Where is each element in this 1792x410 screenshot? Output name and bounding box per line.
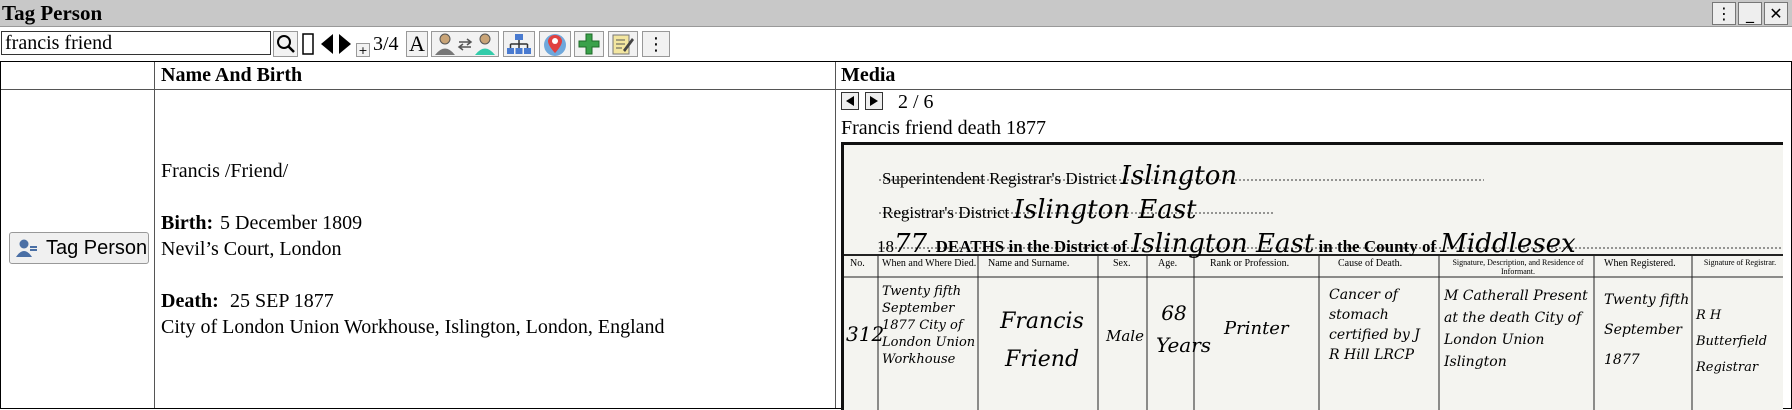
next-button[interactable] bbox=[336, 31, 353, 57]
birth-date: 5 December 1809 bbox=[220, 212, 363, 234]
cert-col-when: When and Where Died. bbox=[882, 258, 977, 269]
select-all-button[interactable] bbox=[300, 31, 316, 57]
more-menu-button[interactable]: ⋮ bbox=[1712, 2, 1736, 25]
close-icon: ✕ bbox=[1769, 4, 1783, 23]
media-caption: Francis friend death 1877 bbox=[841, 117, 1046, 139]
death-place: City of London Union Workhouse, Islingto… bbox=[161, 316, 665, 338]
family-tree-icon bbox=[507, 34, 531, 54]
plus-icon bbox=[578, 33, 600, 55]
tree-button[interactable] bbox=[503, 31, 535, 57]
death-date: 25 SEP 1877 bbox=[230, 290, 334, 312]
death-label: Death: bbox=[161, 290, 219, 312]
search-button[interactable] bbox=[273, 31, 298, 57]
name-birth-header: Name And Birth bbox=[161, 64, 303, 86]
plus-icon: + bbox=[358, 43, 368, 57]
toolbar: + 3/4 A ⋮ bbox=[0, 28, 1792, 60]
cert-col-name: Name and Surname. bbox=[988, 258, 1070, 269]
minimize-icon: _ bbox=[1746, 4, 1754, 23]
cert-registrar-value: Islington East bbox=[1013, 195, 1197, 225]
person-tag-icon bbox=[16, 239, 37, 257]
cert-col-no: No. bbox=[850, 258, 865, 269]
death-certificate-image[interactable]: Superintendent Registrar's District Isli… bbox=[841, 142, 1783, 410]
edit-notes-icon bbox=[612, 34, 634, 55]
cert-county-value: Middlesex bbox=[1440, 229, 1576, 259]
swap-person-button[interactable] bbox=[431, 31, 499, 57]
cert-col-registrar: Signature of Registrar. bbox=[1703, 258, 1777, 267]
birth-label: Birth: bbox=[161, 212, 214, 234]
previous-button[interactable] bbox=[318, 31, 335, 57]
title-bar: Tag Person ⋮ _ ✕ bbox=[0, 0, 1792, 27]
cert-county-text: in the County of bbox=[1318, 237, 1437, 256]
vertical-dots-icon: ⋮ bbox=[1716, 4, 1732, 23]
close-button[interactable]: ✕ bbox=[1764, 2, 1788, 25]
cert-superintendent-value: Islington bbox=[1120, 161, 1238, 191]
rectangle-icon bbox=[302, 33, 314, 55]
media-header: Media bbox=[841, 64, 896, 86]
cert-col-informant: Signature, Description, and Residence of… bbox=[1452, 258, 1584, 276]
person-table: Name And Birth Media Tag Person Francis … bbox=[0, 61, 1792, 410]
add-button[interactable] bbox=[574, 31, 604, 57]
cert-col-registered: When Registered. bbox=[1604, 258, 1676, 269]
toolbar-more-button[interactable]: ⋮ bbox=[642, 31, 670, 57]
map-pin-icon bbox=[544, 34, 566, 56]
window-title: Tag Person bbox=[2, 1, 103, 25]
cert-entry-no: 312 bbox=[846, 322, 885, 346]
cert-entry-age: 68 Years bbox=[1156, 301, 1212, 357]
person-swap-icon bbox=[435, 33, 495, 55]
triangle-left-icon bbox=[846, 96, 854, 106]
cert-superintendent-label: Superintendent Registrar's District bbox=[882, 169, 1117, 188]
triangle-right-icon bbox=[338, 34, 351, 54]
media-previous-button[interactable] bbox=[841, 92, 859, 110]
media-next-button[interactable] bbox=[865, 92, 883, 110]
font-icon: A bbox=[409, 31, 425, 56]
cert-registrar-label: Registrar's District bbox=[882, 203, 1010, 222]
font-button[interactable]: A bbox=[406, 31, 428, 57]
cert-entry-sex: Male bbox=[1106, 327, 1144, 345]
cert-entry-registered: Twenty fifth September 1877 bbox=[1604, 292, 1690, 368]
edit-button[interactable] bbox=[608, 31, 638, 57]
cert-year-suffix: 77 bbox=[894, 229, 928, 259]
map-button[interactable] bbox=[539, 31, 571, 57]
triangle-right-icon bbox=[870, 96, 878, 106]
cert-entry-rank: Printer bbox=[1224, 318, 1289, 339]
cert-entry-informant: M Catherall Present at the death City of… bbox=[1444, 288, 1588, 370]
magnifier-icon bbox=[276, 35, 295, 53]
cert-col-age: Age. bbox=[1158, 258, 1178, 269]
minimize-button[interactable]: _ bbox=[1738, 2, 1762, 25]
tag-person-label: Tag Person bbox=[46, 236, 148, 259]
cert-col-cause: Cause of Death. bbox=[1338, 258, 1403, 269]
cert-entry-cause: Cancer of stomach certified by J R Hill … bbox=[1329, 287, 1420, 363]
cert-deaths-text: DEATHS in the District of bbox=[935, 237, 1127, 256]
triangle-left-icon bbox=[320, 34, 333, 54]
expand-button[interactable]: + bbox=[356, 43, 370, 57]
media-position: 2 / 6 bbox=[898, 91, 934, 113]
cert-year-prefix: 18 bbox=[877, 237, 894, 256]
person-name: Francis /Friend/ bbox=[161, 160, 289, 182]
birth-place: Nevil’s Court, London bbox=[161, 238, 342, 260]
vertical-dots-icon: ⋮ bbox=[647, 33, 665, 55]
cert-col-rank: Rank or Profession. bbox=[1210, 258, 1290, 269]
cert-entry-when: Twenty fifth September 1877 City of Lond… bbox=[882, 284, 976, 367]
match-counter: 3/4 bbox=[373, 33, 399, 55]
cert-entry-name: Francis Friend bbox=[1000, 309, 1084, 372]
cert-col-sex: Sex. bbox=[1113, 258, 1131, 269]
tag-person-button[interactable]: Tag Person bbox=[9, 232, 149, 264]
cert-entry-registrar: R H Butterfield Registrar bbox=[1696, 308, 1768, 375]
search-input[interactable] bbox=[1, 31, 271, 55]
cert-district-value: Islington East bbox=[1131, 229, 1315, 259]
